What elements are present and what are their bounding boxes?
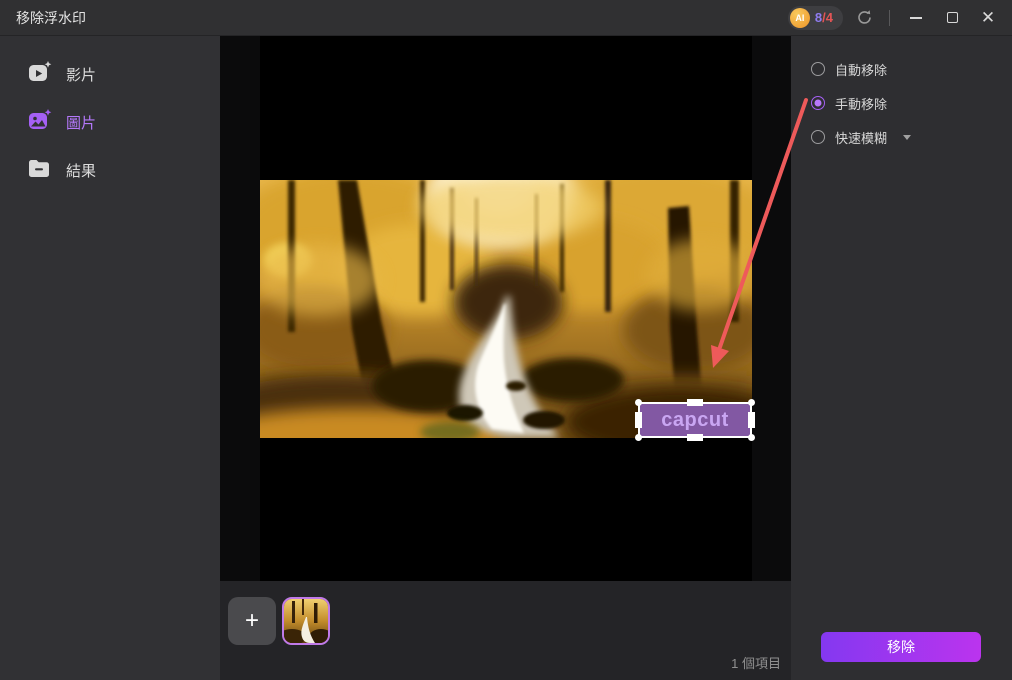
resize-handle-left[interactable]: [635, 412, 642, 428]
minimize-icon: [910, 16, 922, 19]
maximize-button[interactable]: [938, 4, 966, 32]
watermark-selection-box[interactable]: capcut: [635, 399, 755, 441]
options-panel: 自動移除 手動移除 快速模糊 移除: [791, 36, 1012, 680]
add-image-button[interactable]: +: [228, 597, 276, 645]
minimize-button[interactable]: [902, 4, 930, 32]
sidebar-item-result[interactable]: 結果: [0, 146, 220, 194]
sidebar-item-image[interactable]: 圖片: [0, 98, 220, 146]
loaded-photo: [260, 180, 752, 438]
resize-handle-bottom-right[interactable]: [748, 434, 755, 441]
resize-handle-bottom-left[interactable]: [635, 434, 642, 441]
resize-handle-top-right[interactable]: [748, 399, 755, 406]
filmstrip: + 1 個項目: [220, 581, 791, 680]
option-quick-blur[interactable]: 快速模糊: [811, 120, 1012, 154]
close-button[interactable]: ✕: [974, 4, 1002, 32]
credits-total: /4: [822, 10, 833, 25]
option-label: 快速模糊: [835, 130, 888, 146]
option-label: 自動移除: [835, 62, 888, 78]
titlebar-controls: AI 8/4 ✕: [787, 4, 1002, 32]
sidebar: 影片 圖片 結果: [0, 36, 220, 680]
remove-button[interactable]: 移除: [821, 632, 981, 662]
item-count-label: 1 個項目: [731, 656, 781, 671]
window-title: 移除浮水印: [16, 9, 86, 26]
radio-icon[interactable]: [811, 96, 825, 110]
option-auto-remove[interactable]: 自動移除: [811, 52, 1012, 86]
sidebar-item-label: 影片: [66, 66, 97, 84]
sidebar-item-video[interactable]: 影片: [0, 50, 220, 98]
resize-handle-top-left[interactable]: [635, 399, 642, 406]
resize-handle-bottom[interactable]: [687, 434, 703, 441]
titlebar-divider: [889, 9, 890, 26]
titlebar: 移除浮水印 AI 8/4 ✕: [0, 0, 1012, 36]
maximize-icon: [946, 12, 958, 23]
radio-icon[interactable]: [811, 130, 825, 144]
chevron-down-icon[interactable]: [903, 134, 912, 140]
option-label: 手動移除: [835, 96, 888, 112]
sidebar-item-label: 結果: [66, 162, 97, 180]
close-icon: ✕: [980, 8, 996, 27]
app-window: 移除浮水印 AI 8/4 ✕ 影片 圖片 結果 capcut + 1 個項目 自…: [0, 0, 1012, 680]
credits-counter: 8/4: [815, 10, 833, 25]
watermark-text: capcut: [661, 408, 729, 431]
refresh-icon[interactable]: [851, 5, 877, 31]
ai-icon: AI: [789, 7, 810, 28]
ai-credits-badge[interactable]: AI 8/4: [787, 5, 843, 30]
app-body: 影片 圖片 結果 capcut + 1 個項目 自動移除 手動移除 快速模糊 移…: [0, 36, 1012, 680]
image-icon: [28, 108, 52, 136]
sidebar-item-label: 圖片: [66, 114, 97, 132]
main-area: capcut + 1 個項目: [220, 36, 791, 680]
option-manual-remove[interactable]: 手動移除: [811, 86, 1012, 120]
image-thumbnail[interactable]: [282, 597, 330, 645]
editor-canvas[interactable]: capcut: [220, 36, 791, 581]
photo-stage: capcut: [260, 36, 755, 581]
radio-icon[interactable]: [811, 62, 825, 76]
resize-handle-right[interactable]: [748, 412, 755, 428]
folder-icon: [28, 157, 52, 184]
video-icon: [28, 60, 52, 88]
resize-handle-top[interactable]: [687, 399, 703, 406]
